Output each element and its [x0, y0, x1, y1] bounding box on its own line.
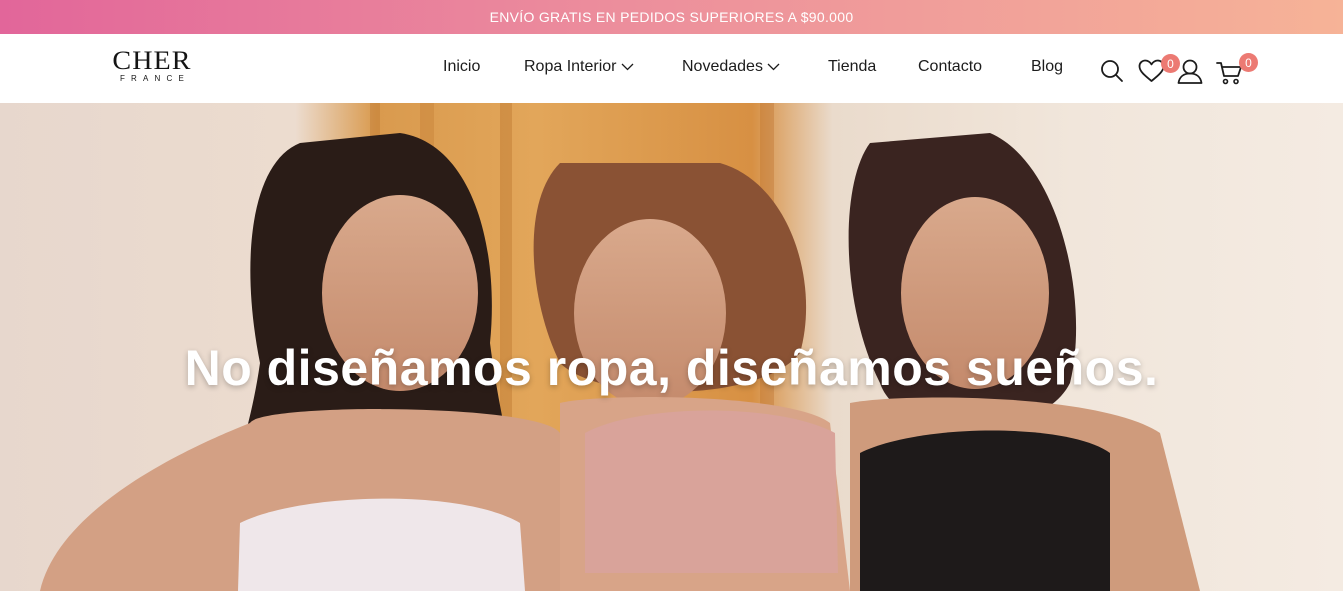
- nav-item-label: Tienda: [828, 58, 877, 75]
- heart-icon: [1138, 59, 1165, 87]
- chevron-down-icon: [621, 58, 634, 76]
- cart-button[interactable]: 0: [1216, 53, 1258, 90]
- nav-item-inicio[interactable]: Inicio: [443, 58, 480, 76]
- search-icon: [1100, 60, 1124, 87]
- nav-item-label: Blog: [1031, 58, 1064, 75]
- nav-item-blog[interactable]: Blog: [1031, 58, 1063, 76]
- hero-banner: No diseñamos ropa, diseñamos sueños.: [0, 103, 1343, 591]
- user-icon: [1177, 59, 1203, 88]
- nav-item-label: Ropa Interior: [524, 58, 617, 75]
- account-button[interactable]: [1177, 59, 1203, 89]
- site-header: CHER FRANCE Inicio Ropa Interior Novedad…: [0, 34, 1343, 103]
- hero-title: No diseñamos ropa, diseñamos sueños.: [184, 340, 1159, 396]
- main-nav: Inicio Ropa Interior Novedades Tienda Co…: [0, 34, 1343, 103]
- chevron-down-icon: [767, 58, 780, 76]
- nav-item-tienda[interactable]: Tienda: [828, 58, 876, 76]
- nav-item-label: Contacto: [918, 58, 983, 75]
- wishlist-button[interactable]: 0: [1138, 54, 1180, 88]
- nav-item-label: Inicio: [443, 58, 481, 75]
- nav-item-ropa-interior[interactable]: Ropa Interior: [524, 58, 634, 76]
- promo-bar: ENVÍO GRATIS EN PEDIDOS SUPERIORES A $90…: [0, 0, 1343, 34]
- search-button[interactable]: [1100, 59, 1124, 88]
- promo-text: ENVÍO GRATIS EN PEDIDOS SUPERIORES A $90…: [489, 9, 854, 25]
- nav-item-novedades[interactable]: Novedades: [682, 58, 780, 76]
- nav-item-label: Novedades: [682, 58, 763, 75]
- nav-item-contacto[interactable]: Contacto: [918, 58, 982, 76]
- cart-icon: [1216, 62, 1243, 89]
- cart-count-badge: 0: [1239, 53, 1258, 72]
